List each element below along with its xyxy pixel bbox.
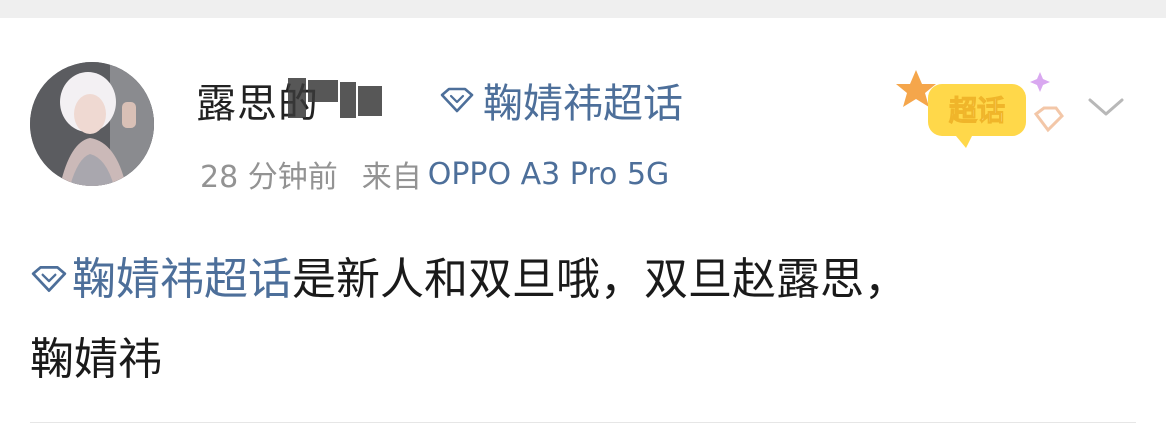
avatar-image [30, 62, 154, 186]
diamond-icon [440, 87, 474, 113]
content-text-line1: 是新人和双旦哦，双旦赵露思， [292, 254, 908, 305]
author-row: 露思的 鞠婧祎超话 [196, 72, 683, 128]
post-time: 28 分钟前 [200, 160, 338, 195]
badge-label: 超话 [949, 94, 1005, 127]
source-device[interactable]: OPPO A3 Pro 5G [428, 157, 670, 192]
post-content: 鞠婧祎超话是新人和双旦哦，双旦赵露思， 鞠婧祎 [30, 240, 1120, 400]
weibo-post-card: 露思的 鞠婧祎超话 28 分钟前 来自 OPPO A3 Pro 5G 超话 鞠婧… [0, 18, 1166, 423]
top-separator-strip [0, 0, 1166, 18]
name-censor-mosaic [288, 78, 384, 118]
content-hashtag-link[interactable]: 鞠婧祎超话 [30, 254, 292, 305]
diamond-icon [31, 266, 67, 292]
content-text-line2: 鞠婧祎 [30, 334, 162, 385]
post-meta: 28 分钟前 来自 OPPO A3 Pro 5G [200, 152, 669, 196]
source-prefix: 来自 [361, 160, 422, 195]
chevron-down-icon[interactable] [1086, 92, 1126, 122]
avatar[interactable] [30, 62, 154, 186]
content-hashtag-label: 鞠婧祎超话 [72, 254, 292, 305]
super-topic-badge-icon: 超话 [896, 70, 1064, 148]
super-topic-badge[interactable]: 超话 [886, 62, 1072, 154]
super-topic-link[interactable]: 鞠婧祎超话 [439, 71, 683, 129]
super-topic-label: 鞠婧祎超话 [483, 81, 683, 127]
